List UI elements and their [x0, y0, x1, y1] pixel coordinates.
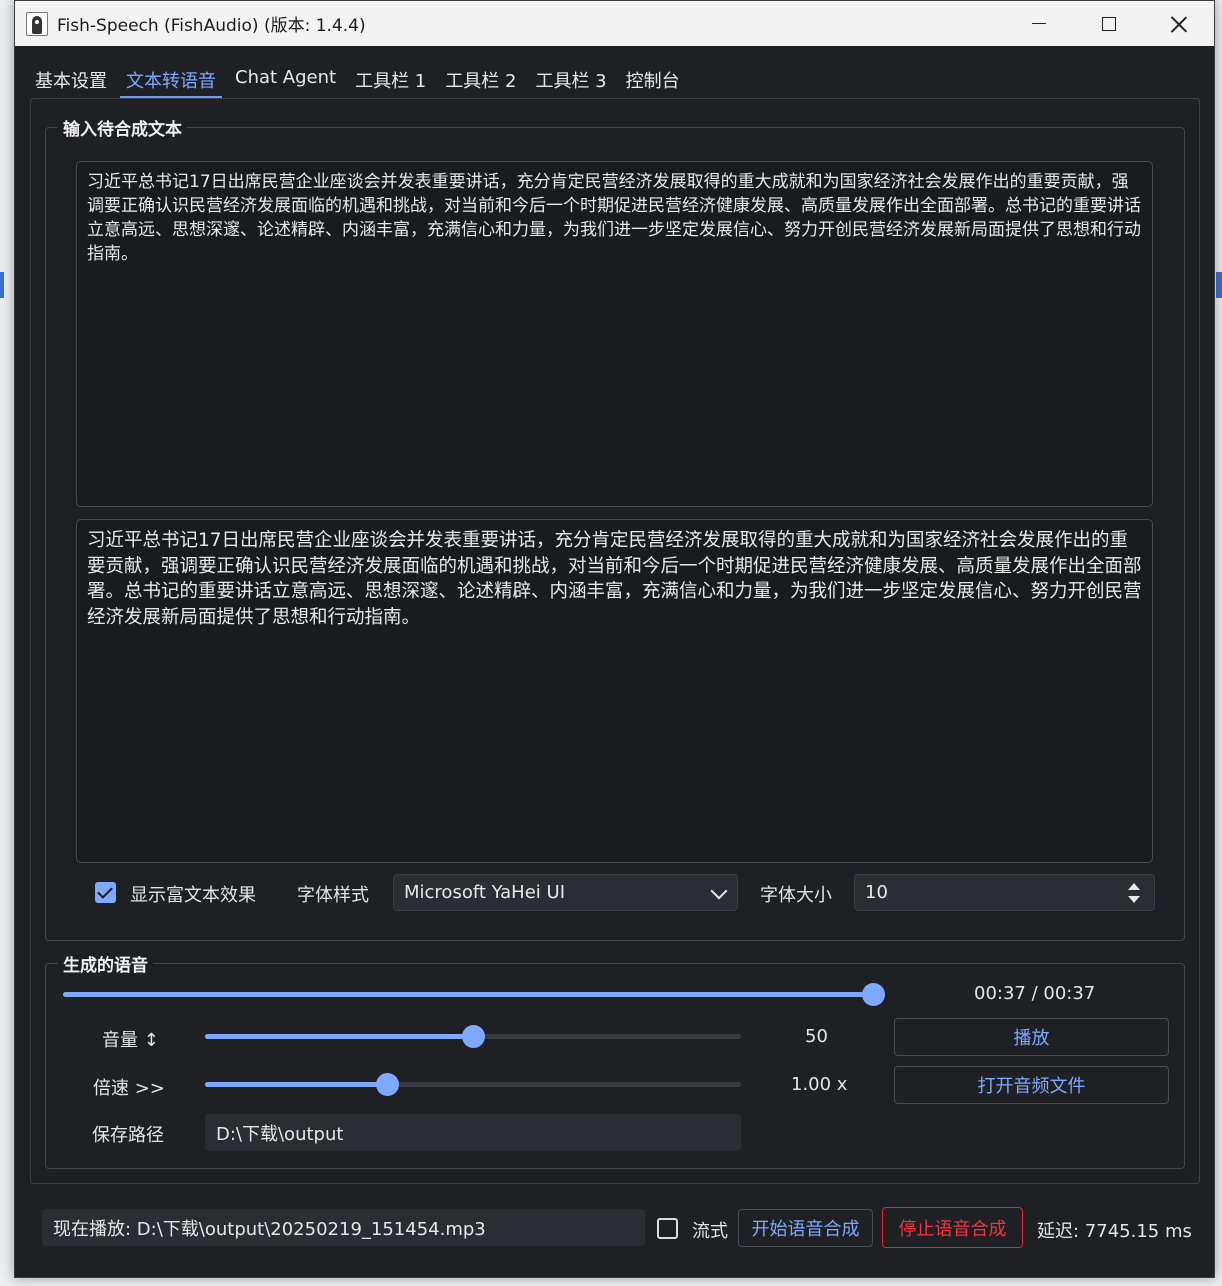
generated-audio-group-title: 生成的语音 [58, 951, 153, 976]
font-style-value: Microsoft YaHei UI [404, 882, 565, 903]
window-title: Fish-Speech (FishAudio) (版本: 1.4.4) [57, 16, 366, 36]
tab-toolbar-3[interactable]: 工具栏 3 [529, 63, 612, 99]
source-text-input[interactable]: 习近平总书记17日出席民营企业座谈会并发表重要讲话，充分肯定民营经济发展取得的重… [76, 161, 1153, 507]
title-bar: Fish-Speech (FishAudio) (版本: 1.4.4) [15, 1, 1214, 46]
chevron-down-icon [710, 882, 728, 900]
rich-text-label: 显示富文本效果 [130, 885, 256, 906]
stop-synthesis-button[interactable]: 停止语音合成 [882, 1207, 1023, 1248]
rich-text-preview[interactable]: 习近平总书记17日出席民营企业座谈会并发表重要讲话，充分肯定民营经济发展取得的重… [76, 519, 1153, 863]
open-audio-file-button[interactable]: 打开音频文件 [894, 1066, 1169, 1104]
rich-text-checkbox[interactable] [95, 882, 116, 903]
tab-console[interactable]: 控制台 [620, 63, 686, 99]
tab-toolbar-2[interactable]: 工具栏 2 [439, 63, 522, 99]
now-playing-display: 现在播放: D:\下载\output\20250219_151454.mp3 [42, 1209, 645, 1246]
maximize-icon [1102, 16, 1116, 31]
playback-progress-slider[interactable] [63, 983, 885, 1006]
stream-label: 流式 [692, 1221, 728, 1242]
spin-up-icon[interactable] [1128, 883, 1140, 890]
minimize-button[interactable] [1004, 1, 1074, 46]
tab-pane: 输入待合成文本 习近平总书记17日出席民营企业座谈会并发表重要讲话，充分肯定民营… [30, 98, 1200, 1184]
close-button[interactable] [1144, 1, 1214, 46]
start-synthesis-button[interactable]: 开始语音合成 [738, 1209, 873, 1247]
volume-handle[interactable] [462, 1025, 485, 1048]
minimize-icon [1032, 22, 1046, 25]
save-path-label: 保存路径 [92, 1125, 164, 1146]
save-path-input[interactable]: D:\下载\output [205, 1114, 741, 1151]
window-controls [1004, 1, 1214, 46]
play-button[interactable]: 播放 [894, 1018, 1169, 1056]
tab-basic-settings[interactable]: 基本设置 [29, 63, 113, 99]
playback-progress-handle[interactable] [862, 983, 885, 1006]
volume-label: 音量 ↕ [102, 1030, 159, 1051]
maximize-button[interactable] [1074, 1, 1144, 46]
speed-handle[interactable] [376, 1073, 400, 1096]
volume-slider[interactable] [205, 1025, 741, 1048]
speed-value: 1.00 x [791, 1074, 848, 1095]
volume-value: 50 [805, 1026, 828, 1047]
font-size-label: 字体大小 [760, 885, 832, 906]
time-display: 00:37 / 00:37 [974, 983, 1096, 1004]
tab-chat-agent[interactable]: Chat Agent [229, 63, 342, 99]
font-style-label: 字体样式 [297, 885, 369, 906]
desktop-accent-right [1216, 272, 1222, 298]
latency-display: 延迟: 7745.15 ms [1037, 1221, 1192, 1242]
tab-bar: 基本设置 文本转语音 Chat Agent 工具栏 1 工具栏 2 工具栏 3 … [29, 63, 693, 99]
font-style-select[interactable]: Microsoft YaHei UI [393, 874, 738, 911]
font-size-spinbox[interactable]: 10 [854, 874, 1155, 911]
desktop-accent-left [0, 272, 4, 298]
stream-checkbox[interactable] [657, 1218, 678, 1239]
app-window: Fish-Speech (FishAudio) (版本: 1.4.4) 基本设置… [14, 0, 1215, 1278]
spin-down-icon[interactable] [1128, 896, 1140, 903]
tab-text-to-speech[interactable]: 文本转语音 [120, 63, 222, 99]
speed-slider[interactable] [205, 1073, 741, 1096]
input-text-group: 输入待合成文本 习近平总书记17日出席民营企业座谈会并发表重要讲话，充分肯定民营… [45, 115, 1185, 941]
volume-fill [205, 1034, 473, 1039]
tab-toolbar-1[interactable]: 工具栏 1 [349, 63, 432, 99]
playback-progress-fill [63, 992, 873, 997]
speed-fill [205, 1082, 388, 1087]
generated-audio-group: 生成的语音 00:37 / 00:37 音量 ↕ 50 播放 倍速 >> 1.0… [45, 951, 1185, 1169]
app-logo-icon [26, 11, 48, 36]
speed-label: 倍速 >> [93, 1078, 165, 1099]
font-size-value: 10 [865, 882, 888, 903]
input-text-group-title: 输入待合成文本 [58, 115, 187, 140]
close-icon [1171, 16, 1187, 32]
